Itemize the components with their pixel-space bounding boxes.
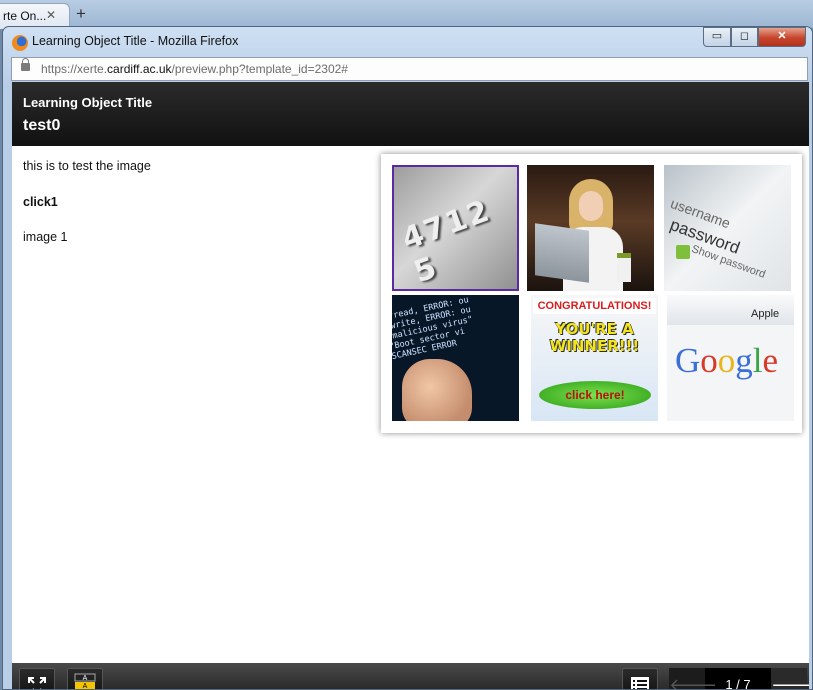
fullscreen-button[interactable] [19,668,55,689]
table-of-contents-button[interactable] [622,668,658,689]
card-number-text: 4712 5 [397,193,496,291]
page-counter: 1 / 7 [725,677,751,689]
tab-close-icon[interactable]: ✕ [46,8,56,22]
click-here-ad-button: click here! [539,381,651,409]
browser-bar-image: Apple [667,295,794,325]
next-page-button[interactable]: 🡒 [771,668,809,689]
window-controls: ▭ ◻ ✕ [703,27,806,47]
svg-text:A: A [83,683,88,689]
fullscreen-icon [28,677,46,689]
list-icon [631,677,649,689]
malware-code-text: _fread, ERROR: ou _write, ERROR: ou "mal… [392,295,474,363]
url-domain: cardiff.ac.uk [107,62,172,76]
accessibility-button[interactable]: A A A [67,668,103,689]
gallery-thumb-malware[interactable]: _fread, ERROR: ou _write, ERROR: ou "mal… [392,295,519,421]
page-content: Learning Object Title test0 this is to t… [12,82,809,689]
intro-text: this is to test the image [23,159,151,173]
browser-tab-title: rte On... [3,9,47,23]
window-titlebar: Learning Object Title - Mozilla Firefox … [3,27,812,57]
gallery-thumb-congratulations[interactable]: CONGRATULATIONS! YOU'RE A WINNER!!! clic… [531,295,658,421]
maximize-button[interactable]: ◻ [731,27,758,47]
gallery-thumb-woman-laptop[interactable] [527,165,654,291]
gallery-thumb-password[interactable]: username password Show password [664,165,791,291]
player-footer: A A A 🡐 1 / 7 🡒 [12,663,809,689]
image-gallery: 4712 5 username password Show password _… [381,154,802,433]
hand-image [402,359,472,421]
new-tab-button[interactable]: + [76,4,86,24]
address-bar[interactable]: https://xerte.cardiff.ac.uk/preview.php?… [11,57,808,81]
url-text: https://xerte.cardiff.ac.uk/preview.php?… [41,62,348,76]
page-title: test0 [23,117,61,134]
text-contrast-icon: A A A [74,673,96,689]
gallery-thumb-google[interactable]: Apple Google [667,295,794,421]
page-header: Learning Object Title test0 [12,82,809,146]
minimize-button[interactable]: ▭ [703,27,731,47]
firefox-icon [12,35,28,51]
gallery-thumb-credit-card[interactable]: 4712 5 [392,165,519,291]
image-caption: image 1 [23,230,68,244]
svg-text:A: A [83,675,88,682]
lock-icon [21,58,30,71]
window-title: Learning Object Title - Mozilla Firefox [32,34,239,48]
close-button[interactable]: ✕ [758,27,806,47]
previous-page-button[interactable]: 🡐 [669,668,717,689]
google-logo: Google [675,341,779,380]
firefox-window: Learning Object Title - Mozilla Firefox … [2,26,813,690]
learning-object-title: Learning Object Title [23,95,153,110]
click-link[interactable]: click1 [23,195,58,209]
page-navigation: 🡐 1 / 7 🡒 [669,668,809,689]
browser-tab-strip: rte On... ✕ + [0,0,813,29]
checkbox-icon [676,245,690,259]
